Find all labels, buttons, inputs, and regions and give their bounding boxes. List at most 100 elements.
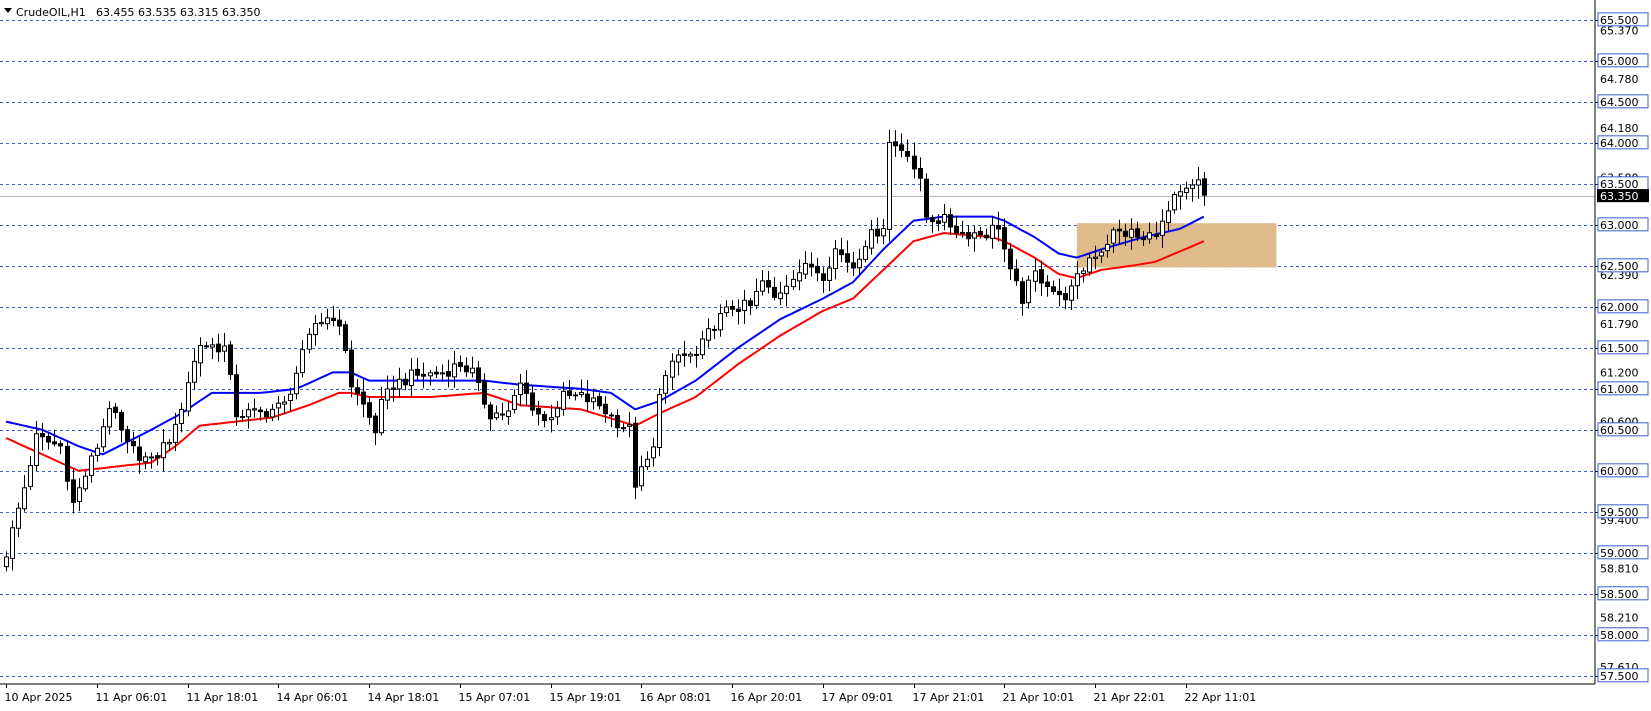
candle-body-up [549,417,554,421]
candle-body-down [421,373,426,377]
candle-body-up [887,141,892,230]
y-tick-label: 65.500 [1600,14,1639,27]
candle-body-down [216,343,221,353]
candle-body-up [179,408,184,425]
candle-body-up [10,527,15,559]
candle-body-down [996,225,1001,230]
candle-body-up [246,409,251,418]
candle-body-up [77,487,82,502]
candle-body-up [700,338,705,356]
candle-body-down [1063,293,1068,301]
candle-body-up [28,465,33,487]
candle-body-up [676,354,681,363]
candle-body-up [657,393,662,448]
y-tick-label: 61.500 [1600,342,1639,355]
candle-body-up [784,285,789,295]
candle-body-up [307,333,312,350]
candle-body-down [1057,290,1062,296]
y-grid-label: 61.500 [1595,340,1649,355]
y-tick-label: 58.500 [1600,588,1639,601]
y-grid-label: 59.000 [1595,545,1649,560]
candle [887,129,892,242]
candle-body-down [500,413,505,416]
candle-body-down [730,305,735,310]
candle-body-down [966,232,971,240]
candle-body-up [252,408,257,411]
candle-body-up [440,372,445,375]
candle-body-down [137,446,142,461]
candle-body-down [391,387,396,390]
candle-body-up [555,407,560,418]
candle-body-up [512,395,517,410]
candle-body-down [1020,281,1025,304]
candle-body-down [597,396,602,407]
candle-body-up [300,349,305,373]
candle-body-down [524,382,529,394]
candle-body-up [288,393,293,402]
candle-body-up [1099,251,1104,257]
candle-body-up [639,466,644,487]
candle-body-down [464,365,469,373]
candle-body-up [579,392,584,395]
candle-body-down [52,441,57,445]
candle-body-down [1014,268,1019,282]
candle-body-down [918,168,923,179]
candle-body-down [1051,286,1056,293]
price-chart[interactable]: 65.37064.78064.18063.58062.39061.79061.2… [0,0,1651,707]
y-tick-label: 63.500 [1600,178,1639,191]
candle-body-up [428,372,433,377]
candle-body-up [452,363,457,378]
candle-body-down [1117,228,1122,232]
candle-body-up [881,228,886,237]
candle-body-up [1081,270,1086,274]
candle-body-down [924,178,929,218]
candle-body-up [1196,179,1201,186]
candle-body-down [530,392,535,411]
y-grid-label: 60.000 [1595,463,1649,478]
candle-body-down [1002,227,1007,250]
candle-body-down [361,391,366,405]
candle-body-up [222,345,227,352]
candle-body-down [403,378,408,386]
candle-body-up [83,475,88,490]
symbol-title: CrudeOIL,H1 [16,6,86,19]
candle-body-down [46,436,51,443]
candle-body-up [397,378,402,390]
y-grid-label: 63.500 [1595,176,1649,191]
candle-body-down [912,155,917,170]
candle-body-down [488,404,493,420]
candle-body-up [857,258,862,269]
candle-body-up [694,353,699,356]
candle-body-up [609,414,614,417]
candle-body-up [494,412,499,419]
y-grid-label: 64.000 [1595,135,1649,150]
candle-body-up [863,246,868,260]
candle [633,416,638,500]
candle-body-down [119,411,124,431]
candle-body-down [234,374,239,418]
candle-body-up [1147,232,1152,240]
candle-body-down [954,225,959,234]
candle-body-down [960,231,965,234]
y-grid-label: 61.000 [1595,381,1649,396]
current-price-label: 63.350 [1600,190,1639,203]
candle-body-up [379,398,384,434]
x-tick-label: 16 Apr 20:01 [731,691,803,704]
chart-window[interactable]: 65.37064.78064.18063.58062.39061.79061.2… [0,0,1651,707]
candle-body-up [192,360,197,383]
candle-body-up [591,397,596,403]
candle-body-down [682,353,687,356]
candle-body-down [458,362,463,367]
candle-body-up [325,317,330,325]
candle-body-down [633,422,638,488]
candle-body-up [506,410,511,418]
y-tick-label: 61.000 [1600,383,1639,396]
candle-body-up [294,372,299,395]
x-tick-label: 22 Apr 11:01 [1185,691,1257,704]
candle-body-up [803,262,808,275]
candle-body-up [627,424,632,427]
candle-body-up [1093,256,1098,259]
candle-body-down [355,387,360,394]
y-grid-label: 59.500 [1595,504,1649,519]
y-tick-label: 59.000 [1600,547,1639,560]
